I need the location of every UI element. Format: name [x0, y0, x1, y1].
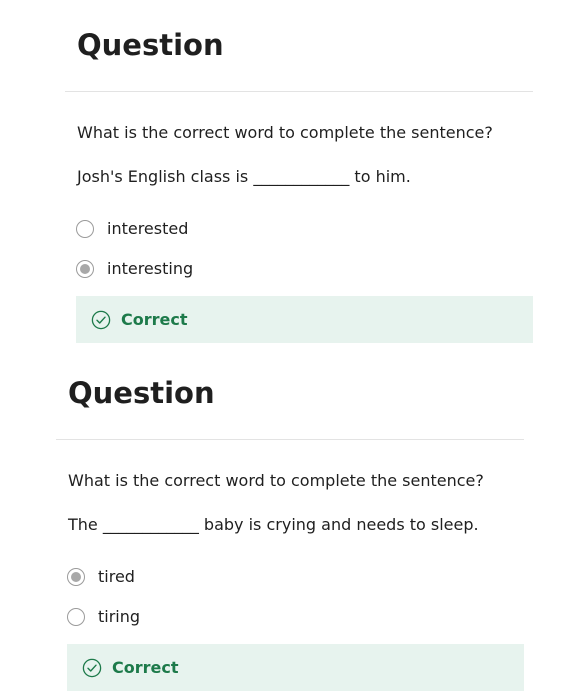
answer-option-label: tiring: [98, 607, 141, 626]
feedback-banner: Correct: [76, 296, 533, 343]
question-sentence: The ____________ baby is crying and need…: [68, 515, 479, 534]
answer-option-tiring[interactable]: tiring: [67, 605, 140, 629]
question-title: Question: [68, 376, 215, 410]
radio-button-selected[interactable]: [67, 568, 85, 586]
question-prompt: What is the correct word to complete the…: [77, 123, 493, 142]
feedback-label: Correct: [112, 658, 179, 677]
feedback-label: Correct: [121, 310, 188, 329]
answer-option-tired[interactable]: tired: [67, 565, 135, 589]
feedback-banner: Correct: [67, 644, 524, 691]
radio-button[interactable]: [67, 608, 85, 626]
answer-option-interesting[interactable]: interesting: [76, 257, 193, 281]
answer-option-label: interested: [107, 219, 189, 238]
answer-option-interested[interactable]: interested: [76, 217, 188, 241]
check-circle-icon: [82, 658, 102, 677]
divider: [56, 439, 524, 440]
question-title: Question: [77, 28, 224, 62]
answer-option-label: interesting: [107, 259, 194, 278]
radio-button[interactable]: [76, 220, 94, 238]
check-circle-icon: [91, 310, 111, 329]
question-prompt: What is the correct word to complete the…: [68, 471, 484, 490]
divider: [65, 91, 533, 92]
radio-button-selected[interactable]: [76, 260, 94, 278]
answer-option-label: tired: [98, 567, 135, 586]
question-sentence: Josh's English class is ____________ to …: [77, 167, 411, 186]
